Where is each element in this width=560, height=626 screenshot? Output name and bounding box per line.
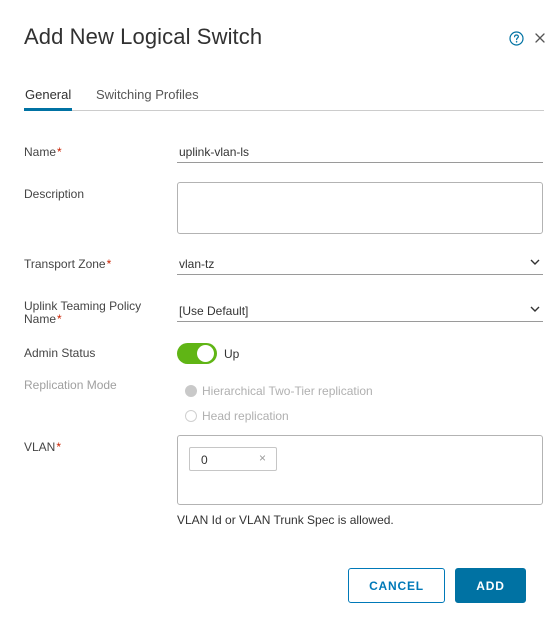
transport-zone-value: vlan-tz <box>179 257 215 271</box>
vlan-input[interactable]: 0 × <box>177 435 543 505</box>
uplink-teaming-select[interactable]: [Use Default] <box>177 300 543 322</box>
chip-remove-icon[interactable]: × <box>259 451 266 465</box>
uplink-teaming-label: Uplink Teaming Policy Name* <box>24 299 142 326</box>
admin-status-label: Admin Status <box>24 346 96 360</box>
toggle-knob <box>197 345 214 362</box>
name-input[interactable]: uplink-vlan-ls <box>177 141 543 163</box>
radio-head-replication[interactable] <box>185 410 197 422</box>
admin-status-value: Up <box>224 347 240 361</box>
chevron-down-icon <box>530 259 540 265</box>
vlan-chip-value: 0 <box>201 453 208 467</box>
cancel-button[interactable]: CANCEL <box>348 568 445 603</box>
replication-mode-label: Replication Mode <box>24 378 117 392</box>
admin-status-toggle[interactable] <box>177 343 217 364</box>
radio-hierarchical-two-tier-label: Hierarchical Two-Tier replication <box>202 384 373 398</box>
uplink-teaming-value: [Use Default] <box>179 304 249 318</box>
radio-head-replication-label: Head replication <box>202 409 289 423</box>
name-label: Name* <box>24 145 62 159</box>
radio-hierarchical-two-tier[interactable] <box>185 385 197 397</box>
close-icon[interactable] <box>533 30 547 46</box>
description-label: Description <box>24 187 85 201</box>
vlan-hint: VLAN Id or VLAN Trunk Spec is allowed. <box>177 513 394 527</box>
tab-switching-profiles[interactable]: Switching Profiles <box>96 87 199 111</box>
name-input-value: uplink-vlan-ls <box>179 145 250 159</box>
transport-zone-label: Transport Zone* <box>24 257 112 271</box>
chevron-down-icon <box>530 306 540 312</box>
dialog-title: Add New Logical Switch <box>24 24 263 49</box>
vlan-chip: 0 × <box>189 447 277 471</box>
vlan-label: VLAN* <box>24 440 62 454</box>
tab-bar: General Switching Profiles <box>24 87 544 111</box>
add-button[interactable]: ADD <box>455 568 526 603</box>
description-textarea[interactable] <box>177 182 543 234</box>
transport-zone-select[interactable]: vlan-tz <box>177 253 543 275</box>
help-circle-icon[interactable] <box>509 31 524 46</box>
add-logical-switch-dialog: Add New Logical Switch General Switching… <box>0 0 560 626</box>
tab-general[interactable]: General <box>24 87 73 111</box>
